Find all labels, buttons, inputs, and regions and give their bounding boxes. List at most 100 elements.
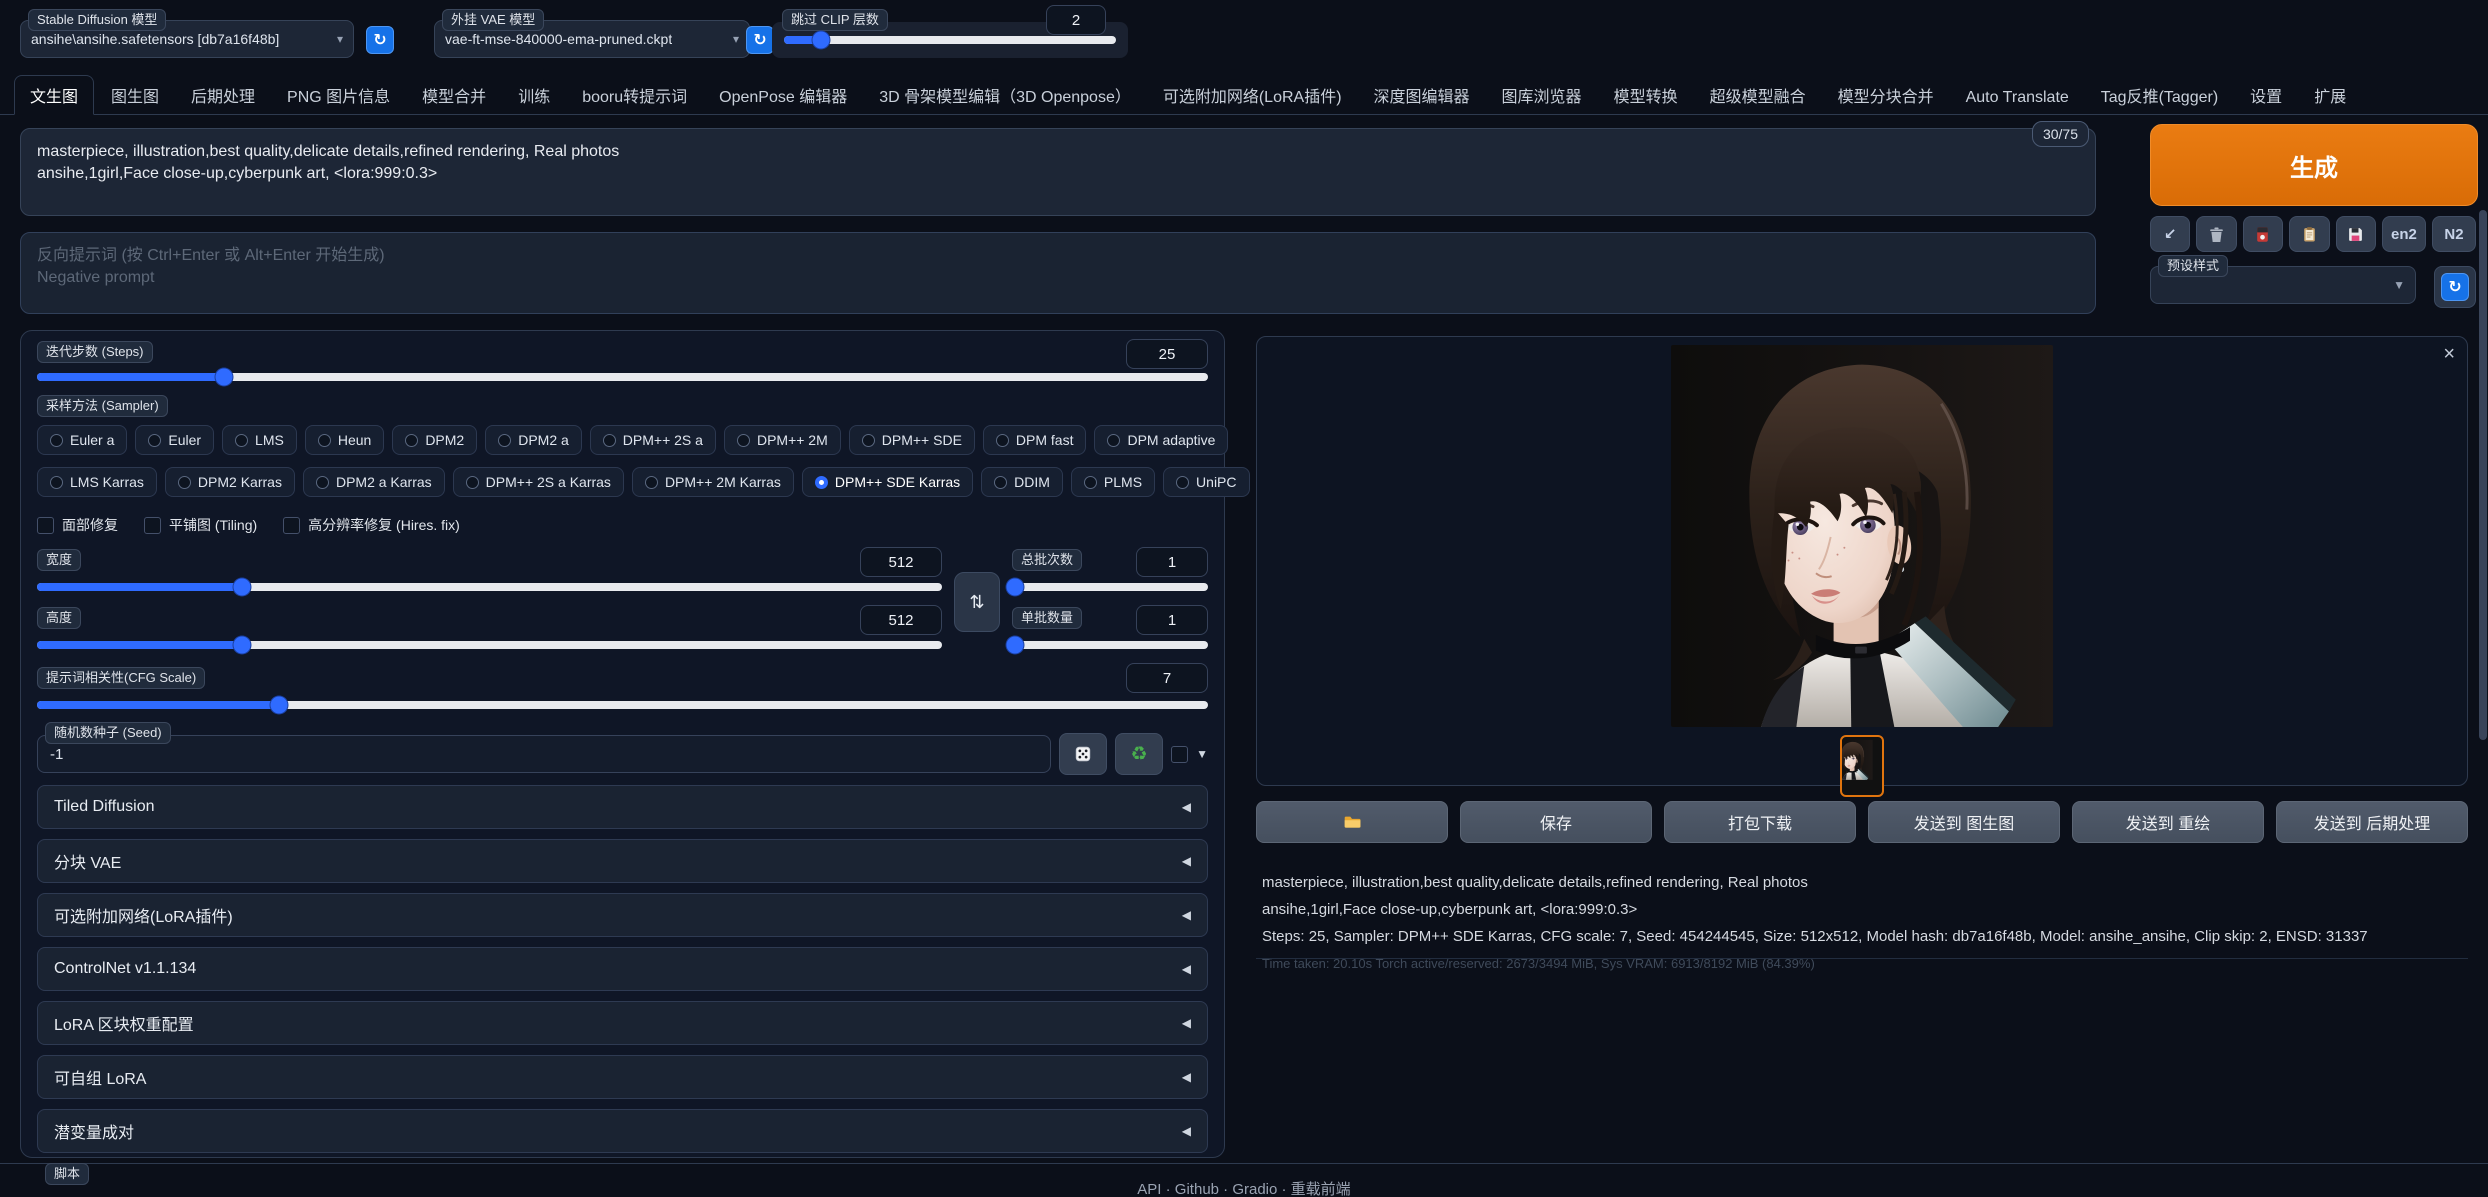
scrollbar-thumb[interactable] (2479, 210, 2487, 740)
vae-refresh-button[interactable]: ↻ (746, 26, 774, 54)
slider-handle[interactable] (233, 637, 250, 654)
accordion-tiled-diffusion[interactable]: Tiled Diffusion ◀ (37, 785, 1208, 829)
save-button[interactable]: 保存 (1460, 801, 1652, 843)
n2-button[interactable]: N2 (2432, 216, 2476, 252)
tab-checkpoint-merger[interactable]: 模型合并 (407, 76, 501, 114)
clear-prompt-button[interactable] (2196, 216, 2236, 252)
sampler-dpm-adaptive[interactable]: DPM adaptive (1094, 425, 1228, 455)
seed-extra-checkbox[interactable] (1171, 746, 1188, 763)
restore-faces-checkbox[interactable]: 面部修复 (37, 515, 118, 535)
tiling-checkbox[interactable]: 平铺图 (Tiling) (144, 515, 257, 535)
sampler-dpm2[interactable]: DPM2 (392, 425, 477, 455)
slider-handle[interactable] (271, 697, 288, 714)
tab-additional-networks[interactable]: 可选附加网络(LoRA插件) (1148, 76, 1357, 114)
cfg-value[interactable]: 7 (1126, 663, 1208, 693)
batch-count-value[interactable]: 1 (1136, 547, 1208, 577)
style-refresh-button[interactable]: ↻ (2441, 273, 2469, 301)
tab-extensions[interactable]: 扩展 (2299, 76, 2361, 114)
open-folder-button[interactable] (1256, 801, 1448, 843)
swap-dimensions-button[interactable]: ⇅ (954, 572, 1000, 632)
sampler-plms[interactable]: PLMS (1071, 467, 1155, 497)
apply-style-button[interactable] (2289, 216, 2329, 252)
tab-model-convert[interactable]: 模型转换 (1599, 76, 1693, 114)
slider-handle[interactable] (1006, 579, 1023, 596)
batch-count-slider[interactable] (1012, 583, 1208, 591)
height-slider[interactable] (37, 641, 942, 649)
slider-handle[interactable] (1006, 637, 1023, 654)
sampler-ddim[interactable]: DDIM (981, 467, 1063, 497)
sampler-dpm2-a[interactable]: DPM2 a (485, 425, 582, 455)
tab-png-info[interactable]: PNG 图片信息 (272, 76, 405, 114)
sampler-euler[interactable]: Euler (135, 425, 214, 455)
tab-auto-translate[interactable]: Auto Translate (1951, 82, 2084, 114)
batch-size-value[interactable]: 1 (1136, 605, 1208, 635)
sampler-dpmpp-2m-karras[interactable]: DPM++ 2M Karras (632, 467, 794, 497)
clip-skip-slider[interactable] (784, 36, 1116, 44)
send-to-extras-button[interactable]: 发送到 后期处理 (2276, 801, 2468, 843)
tab-depth-editor[interactable]: 深度图编辑器 (1359, 76, 1485, 114)
accordion-additional-networks[interactable]: 可选附加网络(LoRA插件) ◀ (37, 893, 1208, 937)
tab-txt2img[interactable]: 文生图 (14, 75, 94, 115)
tab-settings[interactable]: 设置 (2235, 76, 2297, 114)
slider-handle[interactable] (812, 32, 829, 49)
sampler-dpmpp-sde[interactable]: DPM++ SDE (849, 425, 975, 455)
tab-extras[interactable]: 后期处理 (176, 76, 270, 114)
en2-button[interactable]: en2 (2382, 216, 2426, 252)
cfg-slider[interactable] (37, 701, 1208, 709)
tab-train[interactable]: 训练 (503, 76, 565, 114)
sampler-dpm-fast[interactable]: DPM fast (983, 425, 1087, 455)
save-style-button[interactable] (2336, 216, 2376, 252)
reuse-seed-button[interactable]: ♻ (1115, 733, 1163, 775)
prompt-textarea[interactable]: 30/75 masterpiece, illustration,best qua… (20, 128, 2096, 216)
sampler-dpmpp-2s-a[interactable]: DPM++ 2S a (590, 425, 716, 455)
send-to-inpaint-button[interactable]: 发送到 重绘 (2072, 801, 2264, 843)
paste-params-button[interactable]: ↙ (2150, 216, 2190, 252)
generate-button[interactable]: 生成 (2150, 124, 2478, 206)
accordion-controlnet[interactable]: ControlNet v1.1.134 ◀ (37, 947, 1208, 991)
sampler-dpm2-a-karras[interactable]: DPM2 a Karras (303, 467, 445, 497)
tab-image-browser[interactable]: 图库浏览器 (1487, 76, 1597, 114)
tab-3d-openpose[interactable]: 3D 骨架模型编辑（3D Openpose） (864, 76, 1146, 114)
accordion-lora-block-weight[interactable]: LoRA 区块权重配置 ◀ (37, 1001, 1208, 1045)
sampler-dpmpp-sde-karras-selected[interactable]: DPM++ SDE Karras (802, 467, 973, 497)
width-slider[interactable] (37, 583, 942, 591)
negative-prompt-textarea[interactable]: 反向提示词 (按 Ctrl+Enter 或 Alt+Enter 开始生成) Ne… (20, 232, 2096, 314)
slider-handle[interactable] (233, 579, 250, 596)
sampler-lms[interactable]: LMS (222, 425, 297, 455)
slider-handle[interactable] (216, 369, 233, 386)
accordion-latent-couple[interactable]: 潜变量成对 ◀ (37, 1109, 1208, 1153)
steps-value[interactable]: 25 (1126, 339, 1208, 369)
sampler-heun[interactable]: Heun (305, 425, 384, 455)
sampler-euler-a[interactable]: Euler a (37, 425, 127, 455)
sampler-dpm2-karras[interactable]: DPM2 Karras (165, 467, 295, 497)
send-to-img2img-button[interactable]: 发送到 图生图 (1868, 801, 2060, 843)
batch-size-slider[interactable] (1012, 641, 1208, 649)
tab-tagger[interactable]: Tag反推(Tagger) (2086, 76, 2233, 114)
extra-networks-button[interactable] (2243, 216, 2283, 252)
seed-extra-arrow-icon[interactable]: ▼ (1196, 747, 1208, 761)
height-value[interactable]: 512 (860, 605, 942, 635)
close-icon[interactable]: × (2443, 343, 2455, 366)
sampler-dpmpp-2s-a-karras[interactable]: DPM++ 2S a Karras (453, 467, 624, 497)
tab-openpose-editor[interactable]: OpenPose 编辑器 (704, 76, 862, 114)
sampler-unipc[interactable]: UniPC (1163, 467, 1249, 497)
accordion-composable-lora[interactable]: 可自组 LoRA ◀ (37, 1055, 1208, 1099)
steps-slider[interactable] (37, 373, 1208, 381)
generated-image[interactable] (1671, 345, 2053, 727)
tab-img2img[interactable]: 图生图 (96, 76, 174, 114)
clip-skip-value[interactable]: 2 (1046, 5, 1106, 35)
width-value[interactable]: 512 (860, 547, 942, 577)
random-seed-button[interactable] (1059, 733, 1107, 775)
zip-download-button[interactable]: 打包下载 (1664, 801, 1856, 843)
sampler-lms-karras[interactable]: LMS Karras (37, 467, 157, 497)
page-scrollbar[interactable] (2479, 120, 2487, 1197)
hires-fix-checkbox[interactable]: 高分辨率修复 (Hires. fix) (283, 515, 460, 535)
footer-links[interactable]: API · Github · Gradio · 重载前端 (0, 1178, 2488, 1197)
tab-super-merger[interactable]: 超级模型融合 (1695, 76, 1821, 114)
sd-model-refresh-button[interactable]: ↻ (366, 26, 394, 54)
sampler-dpmpp-2m[interactable]: DPM++ 2M (724, 425, 841, 455)
tab-block-merge[interactable]: 模型分块合并 (1823, 76, 1949, 114)
seed-input[interactable]: -1 (37, 735, 1051, 773)
accordion-tiled-vae[interactable]: 分块 VAE ◀ (37, 839, 1208, 883)
tab-booru[interactable]: booru转提示词 (567, 76, 702, 114)
